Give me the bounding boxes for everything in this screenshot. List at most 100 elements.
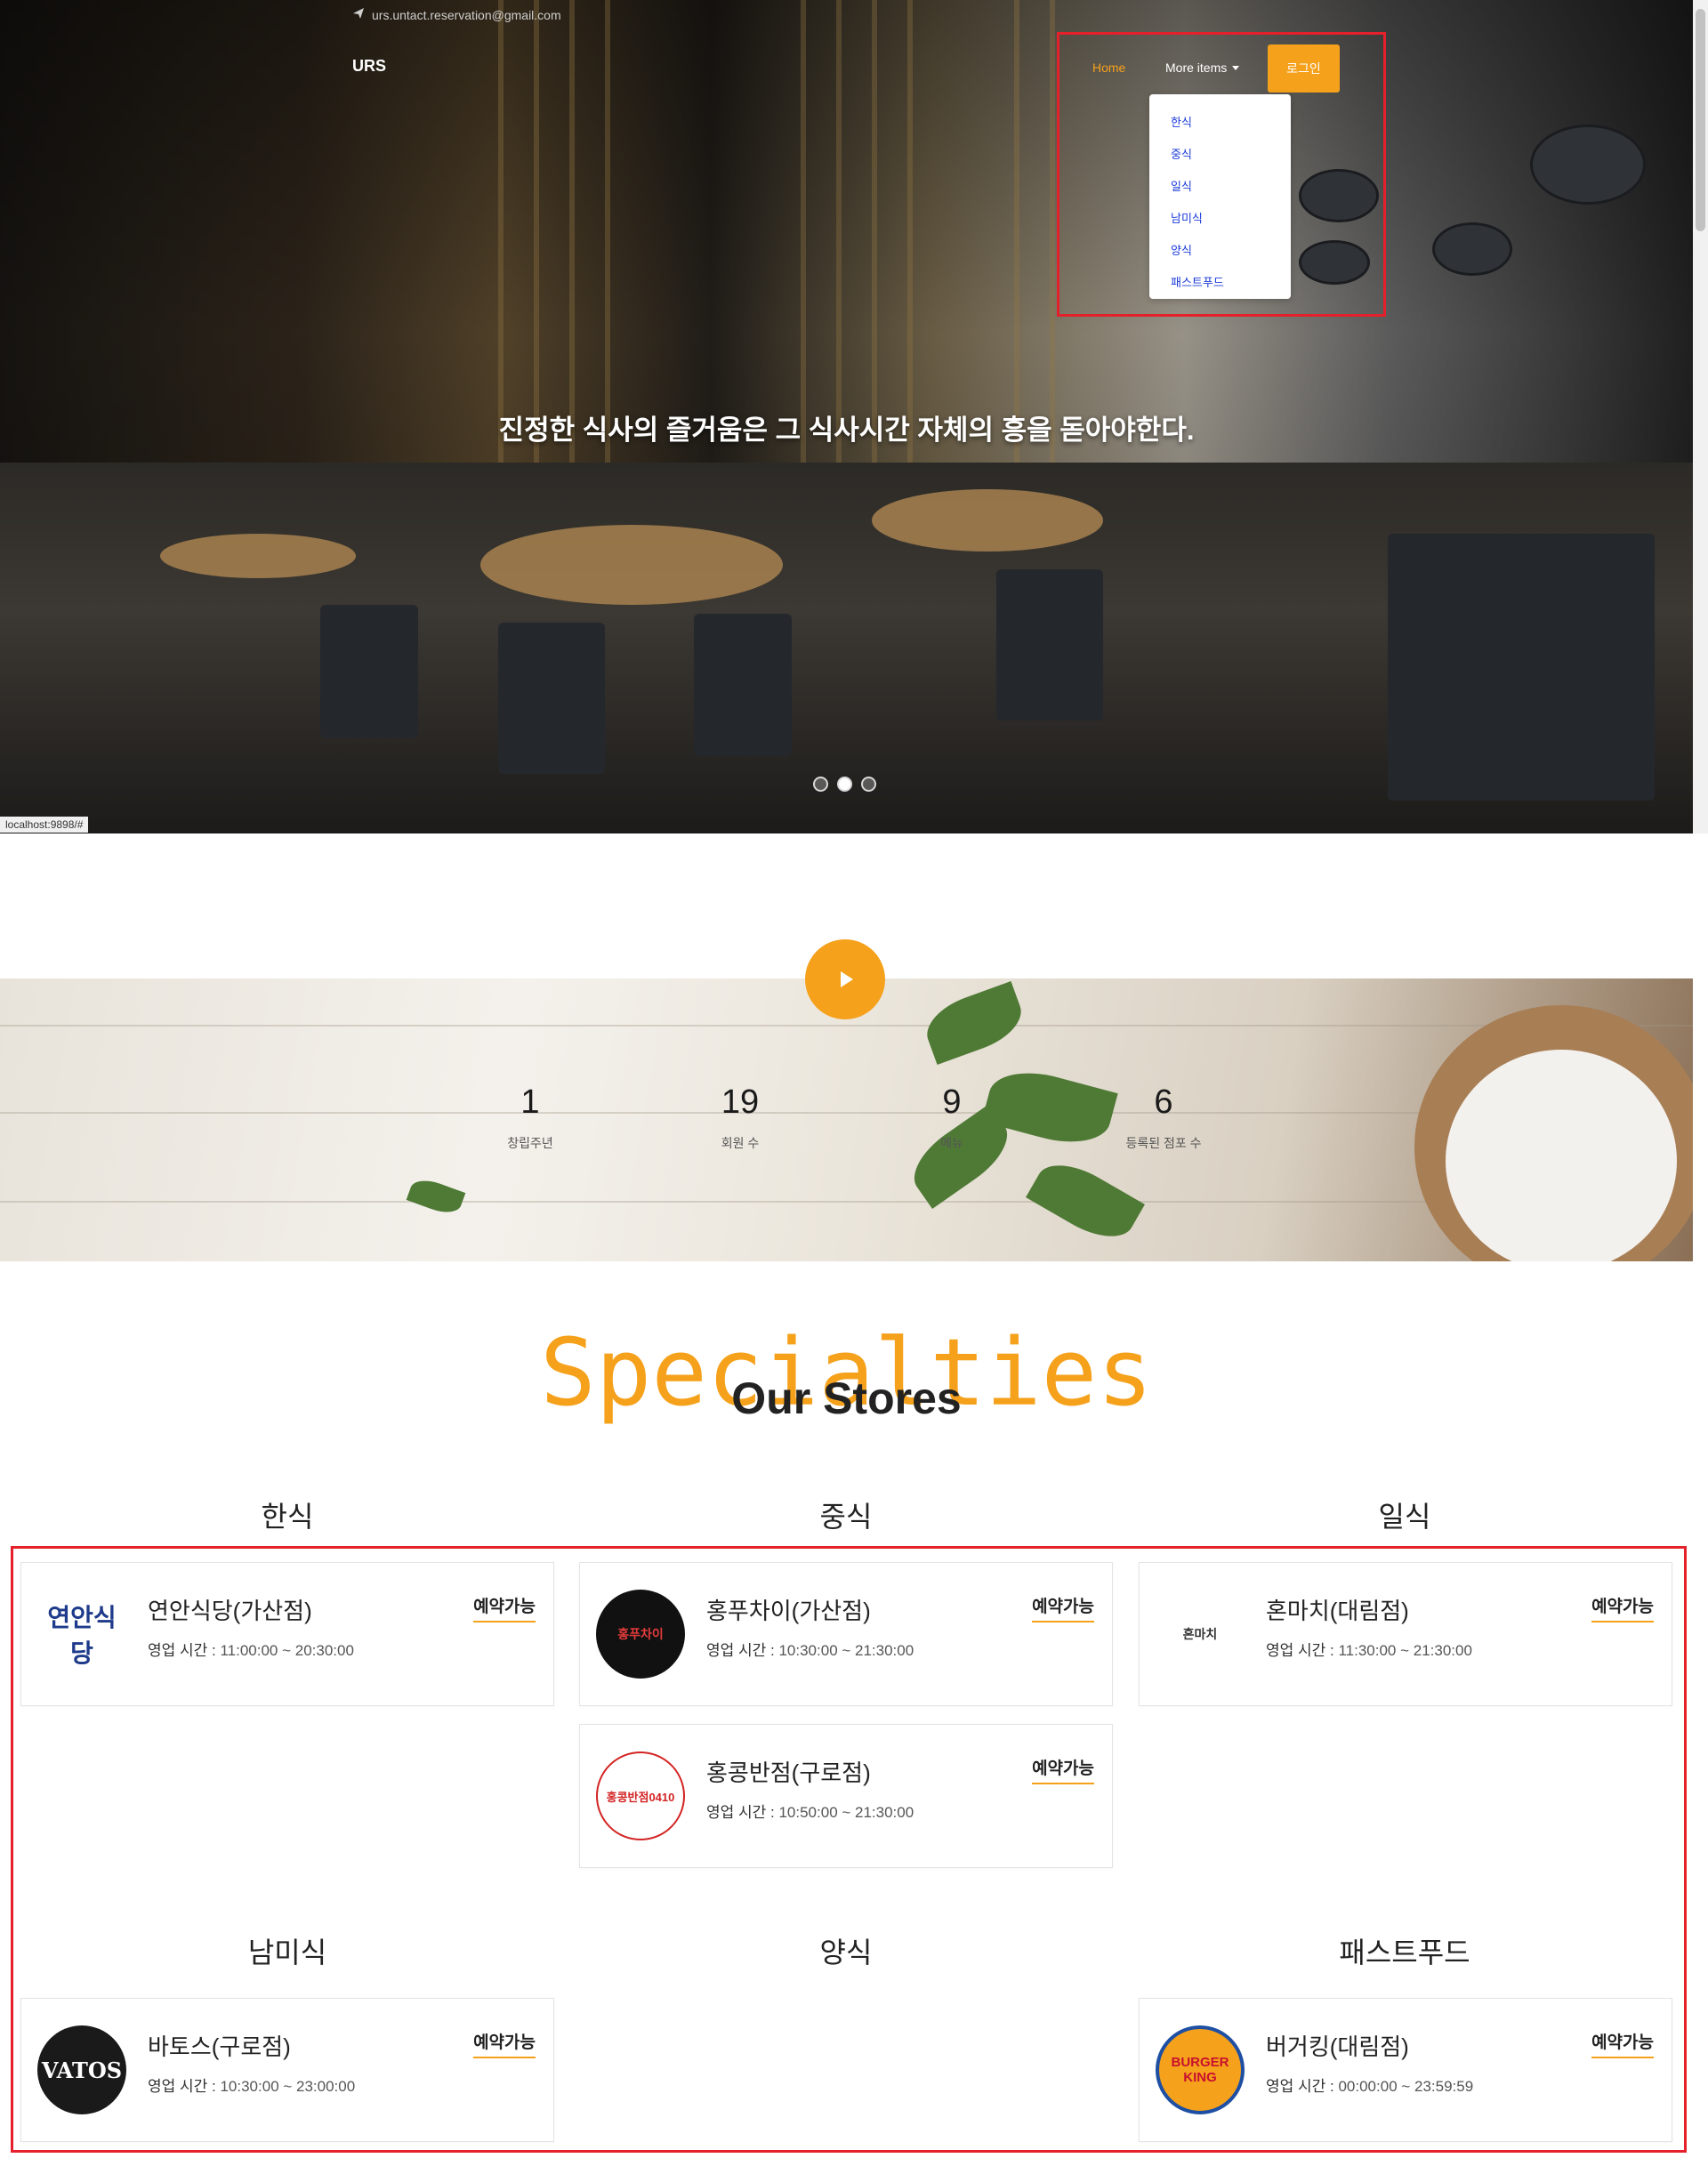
dropdown-item-western[interactable]: 양식: [1149, 235, 1291, 267]
reserve-available-link[interactable]: 예약가능: [473, 2029, 536, 2058]
reserve-available-link[interactable]: 예약가능: [473, 1593, 536, 1623]
store-card[interactable]: 연안식당 연안식당(가산점) 영업 시간 : 11:00:00 ~ 20:30:…: [20, 1562, 554, 1706]
decor: [1432, 222, 1512, 276]
decor: [1014, 0, 1019, 463]
decor: [1446, 1050, 1677, 1261]
stat-label: 등록된 점포 수: [1125, 1136, 1202, 1150]
decor: [1026, 1151, 1145, 1251]
stat-value: 9: [942, 1083, 962, 1121]
stat-label: 창립주년: [507, 1136, 553, 1150]
store-card[interactable]: 홍푸차이 홍푸차이(가산점) 영업 시간 : 10:30:00 ~ 21:30:…: [579, 1562, 1113, 1706]
scrollbar-thumb[interactable]: [1696, 9, 1705, 231]
store-name: 홍푸차이(가산점): [706, 1598, 871, 1624]
stat-value: 6: [1154, 1083, 1173, 1121]
hours-value: 10:30:00 ~ 23:00:00: [220, 2078, 356, 2095]
stat-value: 1: [520, 1083, 540, 1121]
play-video-button[interactable]: [805, 939, 885, 1019]
hours-label: 영업 시간 :: [148, 1642, 216, 1659]
login-button[interactable]: 로그인: [1268, 44, 1340, 93]
decor: [907, 0, 913, 463]
stat-stores: 6 등록된 점포 수: [1092, 1083, 1235, 1152]
decor: [1388, 534, 1655, 801]
store-logo: 홍푸차이: [596, 1590, 685, 1679]
brand-logo[interactable]: URS: [352, 57, 386, 76]
decor: [694, 614, 792, 756]
decor: [919, 980, 1029, 1066]
decor: [569, 0, 575, 463]
hours-label: 영업 시간 :: [148, 2078, 216, 2095]
stat-members: 19 회원 수: [669, 1083, 811, 1152]
store-card[interactable]: 혼마치 혼마치(대림점) 영업 시간 : 11:30:00 ~ 21:30:00…: [1139, 1562, 1672, 1706]
store-hours: 영업 시간 : 00:00:00 ~ 23:59:59: [1266, 2073, 1473, 2096]
dropdown-item-fastfood[interactable]: 패스트푸드: [1149, 267, 1291, 299]
store-hours: 영업 시간 : 11:00:00 ~ 20:30:00: [148, 1638, 354, 1660]
play-icon: [841, 971, 853, 987]
paper-plane-icon: [352, 7, 365, 22]
stat-label: 회원 수: [721, 1136, 760, 1150]
more-items-dropdown: 한식 중식 일식 남미식 양식 패스트푸드: [1149, 94, 1291, 299]
decor: [605, 0, 610, 463]
store-logo: BURGER KING: [1156, 2025, 1245, 2114]
carousel-dot-2[interactable]: [837, 777, 852, 792]
store-logo: 홍콩반점0410: [596, 1751, 685, 1840]
dropdown-item-japanese[interactable]: 일식: [1149, 171, 1291, 203]
section-title: Our Stores: [731, 1373, 962, 1423]
decor: [320, 605, 418, 738]
hours-value: 10:50:00 ~ 21:30:00: [778, 1804, 914, 1821]
category-heading-chinese: 중식: [819, 1501, 873, 1533]
store-card[interactable]: 홍콩반점0410 홍콩반점(구로점) 영업 시간 : 10:50:00 ~ 21…: [579, 1724, 1113, 1868]
nav-home-link[interactable]: Home: [1092, 60, 1125, 75]
dropdown-item-chinese[interactable]: 중식: [1149, 139, 1291, 171]
carousel-indicators: [813, 777, 876, 792]
hours-value: 00:00:00 ~ 23:59:59: [1338, 2078, 1474, 2095]
dropdown-item-korean[interactable]: 한식: [1149, 107, 1291, 139]
category-heading-korean: 한식: [261, 1501, 314, 1533]
stat-label: 메뉴: [940, 1136, 963, 1150]
reserve-available-link[interactable]: 예약가능: [1032, 1593, 1094, 1623]
email-text: urs.untact.reservation@gmail.com: [372, 7, 561, 22]
reserve-available-link[interactable]: 예약가능: [1591, 1593, 1654, 1623]
decor: [498, 0, 504, 463]
stat-value: 19: [721, 1083, 760, 1121]
status-bar-url: localhost:9898/#: [0, 817, 89, 833]
store-logo: 혼마치: [1156, 1590, 1245, 1679]
carousel-dot-1[interactable]: [813, 777, 828, 792]
contact-email[interactable]: urs.untact.reservation@gmail.com: [352, 7, 561, 22]
store-logo: 연안식당: [37, 1590, 126, 1679]
store-hours: 영업 시간 : 10:30:00 ~ 23:00:00: [148, 2073, 355, 2096]
store-card[interactable]: VATOS 바토스(구로점) 영업 시간 : 10:30:00 ~ 23:00:…: [20, 1998, 554, 2142]
decor: [480, 525, 783, 605]
decor: [872, 489, 1103, 552]
carousel-dot-3[interactable]: [861, 777, 876, 792]
caret-down-icon: [1232, 65, 1240, 70]
store-card[interactable]: BURGER KING 버거킹(대림점) 영업 시간 : 00:00:00 ~ …: [1139, 1998, 1672, 2142]
decor: [0, 1025, 1693, 1027]
hours-label: 영업 시간 :: [706, 1642, 775, 1659]
store-name: 홍콩반점(구로점): [706, 1759, 871, 1786]
hero-quote: 진정한 식사의 즐거움은 그 식사시간 자체의 흥을 돋아야한다.: [498, 415, 1195, 446]
decor: [801, 0, 806, 463]
store-name: 혼마치(대림점): [1266, 1598, 1409, 1624]
store-name: 버거킹(대림점): [1266, 2033, 1409, 2060]
stat-menus: 9 메뉴: [881, 1083, 1023, 1152]
nav-more-label: More items: [1165, 60, 1228, 75]
hours-value: 10:30:00 ~ 21:30:00: [778, 1642, 914, 1659]
decor: [498, 623, 605, 774]
store-name: 바토스(구로점): [148, 2033, 291, 2060]
decor: [996, 569, 1103, 721]
store-hours: 영업 시간 : 10:30:00 ~ 21:30:00: [706, 1638, 914, 1660]
nav-more-items-toggle[interactable]: More items: [1165, 60, 1240, 75]
stat-years: 1 창립주년: [459, 1083, 601, 1152]
store-name: 연안식당(가산점): [148, 1598, 312, 1624]
hero-banner: urs.untact.reservation@gmail.com URS Hom…: [0, 0, 1693, 833]
category-heading-japanese: 일식: [1378, 1501, 1431, 1533]
hours-label: 영업 시간 :: [1266, 1642, 1334, 1659]
reserve-available-link[interactable]: 예약가능: [1591, 2029, 1654, 2058]
reserve-available-link[interactable]: 예약가능: [1032, 1755, 1094, 1784]
dropdown-item-latin[interactable]: 남미식: [1149, 203, 1291, 235]
store-hours: 영업 시간 : 11:30:00 ~ 21:30:00: [1266, 1638, 1472, 1660]
decor: [534, 0, 539, 463]
decor: [406, 1174, 466, 1219]
decor: [160, 534, 356, 578]
hours-label: 영업 시간 :: [1266, 2078, 1334, 2095]
